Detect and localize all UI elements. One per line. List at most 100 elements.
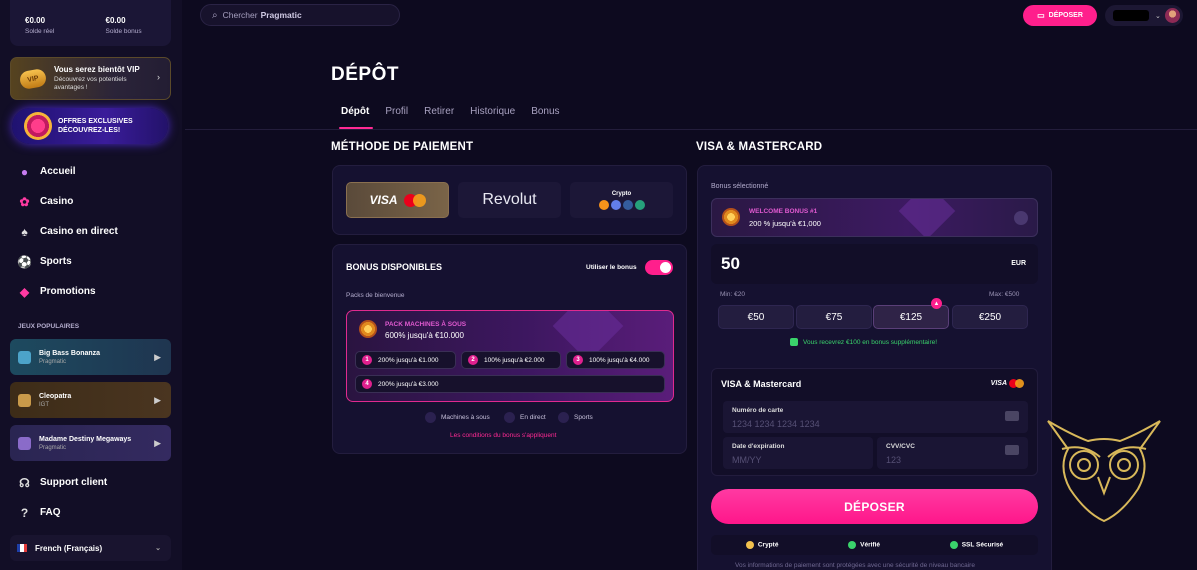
play-icon[interactable]: ▶ — [154, 352, 161, 363]
category-sports: Sports — [558, 412, 593, 423]
step-text: 100% jusqu'à €4.000 — [589, 356, 650, 364]
tab-retirer[interactable]: Retirer — [424, 106, 454, 117]
max-amount: Max: €500 — [989, 291, 1020, 298]
game-thumbnail — [18, 393, 31, 407]
welcome-bonus-card[interactable]: WELCOME BONUS #1 200 % jusqu'à €1,000 — [711, 198, 1038, 237]
deposit-submit-button[interactable]: DÉPOSER — [711, 489, 1038, 524]
nav-accueil[interactable]: ● Accueil — [17, 164, 167, 179]
step-text: 200% jusqu'à €3.000 — [378, 380, 439, 388]
nav-label: FAQ — [40, 507, 61, 518]
offer-text: OFFRES EXCLUSIVES DÉCOUVREZ-LES! — [58, 118, 133, 134]
amount-value: 50 — [721, 254, 740, 273]
payment-method-heading: MÉTHODE DE PAIEMENT — [331, 141, 474, 153]
balance-card: €0.00 Solde réel €0.00 Solde bonus — [10, 0, 171, 46]
game-name: Madame Destiny Megaways — [39, 435, 132, 443]
ethereum-icon — [610, 199, 621, 210]
game-provider: Pragmatic — [39, 358, 67, 365]
check-icon — [848, 541, 857, 549]
bonus-conditions-link[interactable]: Les conditions du bonus s'appliquent — [450, 432, 556, 439]
deposit-header-label: DÉPOSER — [1048, 12, 1083, 19]
search-input[interactable]: ⌕ Chercher Pragmatic — [200, 4, 400, 26]
use-bonus-toggle[interactable] — [645, 260, 673, 275]
nav-label: Sports — [40, 256, 72, 267]
trust-label: Crypté — [757, 541, 779, 549]
offer-ring-icon — [24, 112, 52, 140]
game-cleopatra[interactable]: Cleopatra IGT ▶ — [10, 382, 171, 418]
category-label: Machines à sous — [441, 414, 490, 421]
balance-bonus-label: Solde bonus — [105, 28, 142, 35]
bonus-note-text: Vous recevrez €100 en bonus supplémentai… — [803, 338, 938, 346]
tab-depot[interactable]: Dépôt — [341, 106, 369, 117]
use-bonus-label: Utiliser le bonus — [586, 264, 637, 271]
play-icon[interactable]: ▶ — [154, 438, 161, 449]
nav-live-casino[interactable]: ♠ Casino en direct — [17, 224, 167, 239]
quick-amount-250[interactable]: €250 — [952, 305, 1028, 329]
page-title: DÉPÔT — [331, 64, 399, 85]
vip-banner[interactable]: VIP Vous serez bientôt VIP Découvrez vos… — [10, 57, 171, 100]
live-icon — [504, 412, 515, 423]
method-revolut[interactable]: Revolut — [458, 182, 561, 218]
chevron-down-icon: ⌄ — [155, 545, 161, 552]
step-text: 200% jusqu'à €1.000 — [378, 356, 439, 364]
bonus-heading: BONUS DISPONIBLES — [346, 262, 443, 272]
diamond-icon: ◆ — [19, 284, 30, 299]
nav-promotions[interactable]: ◆ Promotions — [17, 284, 167, 299]
slots-icon — [425, 412, 436, 423]
tab-bar: Dépôt Profil Retirer Historique Bonus — [341, 106, 576, 117]
nav-casino[interactable]: ✿ Casino — [17, 194, 167, 209]
trust-ssl: SSL Sécurisé — [949, 541, 1004, 549]
visa-logo: VISA — [369, 193, 398, 207]
tab-profil[interactable]: Profil — [385, 106, 408, 117]
deposit-header-button[interactable]: ▭ DÉPOSER — [1023, 5, 1097, 26]
nav-support[interactable]: ☊ Support client — [17, 475, 167, 490]
trust-verified: Vérifié — [848, 541, 880, 549]
method-crypto[interactable]: Crypto — [570, 182, 673, 218]
gift-icon — [790, 338, 798, 346]
game-big-bass-bonanza[interactable]: Big Bass Bonanza Pragmatic ▶ — [10, 339, 171, 375]
lock-icon — [745, 541, 754, 549]
nav-faq[interactable]: ? FAQ — [17, 505, 167, 520]
bitcoin-icon — [598, 199, 609, 210]
soccer-ball-icon: ⚽ — [17, 254, 32, 269]
game-thumbnail — [18, 350, 31, 364]
casino-chip-icon: ✿ — [19, 194, 30, 209]
tether-icon — [634, 199, 645, 210]
crypto-label: Crypto — [611, 190, 632, 197]
balance-bonus-value: €0.00 — [105, 16, 126, 25]
nav-sports[interactable]: ⚽ Sports — [17, 254, 167, 269]
trust-badges: Crypté Vérifié SSL Sécurisé — [711, 535, 1038, 555]
expiry-field[interactable]: Date d'expiration MM/YY — [723, 437, 873, 469]
language-selector[interactable]: French (Français) ⌄ — [10, 535, 171, 561]
category-label: Sports — [574, 414, 593, 421]
play-icon[interactable]: ▶ — [154, 395, 161, 406]
card-icon — [1005, 411, 1019, 421]
nav-label: Promotions — [40, 286, 96, 297]
litecoin-icon — [622, 199, 633, 210]
tab-historique[interactable]: Historique — [470, 106, 515, 117]
nav-label: Support client — [40, 477, 108, 488]
crystal-decoration — [898, 199, 956, 236]
min-amount: Min: €20 — [720, 291, 745, 298]
game-name: Cleopatra — [39, 392, 72, 400]
popular-games-title: JEUX POPULAIRES — [18, 323, 80, 330]
card-number-label: Numéro de carte — [732, 407, 784, 414]
tab-bonus[interactable]: Bonus — [531, 106, 559, 117]
game-madame-destiny[interactable]: Madame Destiny Megaways Pragmatic ▶ — [10, 425, 171, 461]
cvv-field[interactable]: CVV/CVC 123 — [877, 437, 1028, 469]
trust-label: SSL Sécurisé — [961, 541, 1004, 549]
nav-label: Casino en direct — [40, 226, 118, 237]
quick-amount-75[interactable]: €75 — [796, 305, 872, 329]
card-number-field[interactable]: Numéro de carte 1234 1234 1234 1234 — [723, 401, 1028, 433]
vip-badge-icon: VIP — [18, 67, 48, 90]
account-menu[interactable]: ⌄ — [1105, 5, 1183, 26]
exclusive-offers-banner[interactable]: OFFRES EXCLUSIVES DÉCOUVREZ-LES! — [12, 108, 168, 144]
home-icon: ● — [20, 164, 29, 179]
mastercard-icon — [403, 193, 426, 207]
cards-icon: ♠ — [21, 224, 28, 239]
amount-input[interactable]: 50 EUR — [711, 244, 1038, 284]
quick-amount-50[interactable]: €50 — [718, 305, 794, 329]
pack-title: PACK MACHINES À SOUS — [385, 321, 467, 328]
chevron-down-icon: ⌄ — [1155, 12, 1161, 20]
method-visa[interactable]: VISA — [346, 182, 449, 218]
card-number-placeholder: 1234 1234 1234 1234 — [732, 419, 820, 429]
